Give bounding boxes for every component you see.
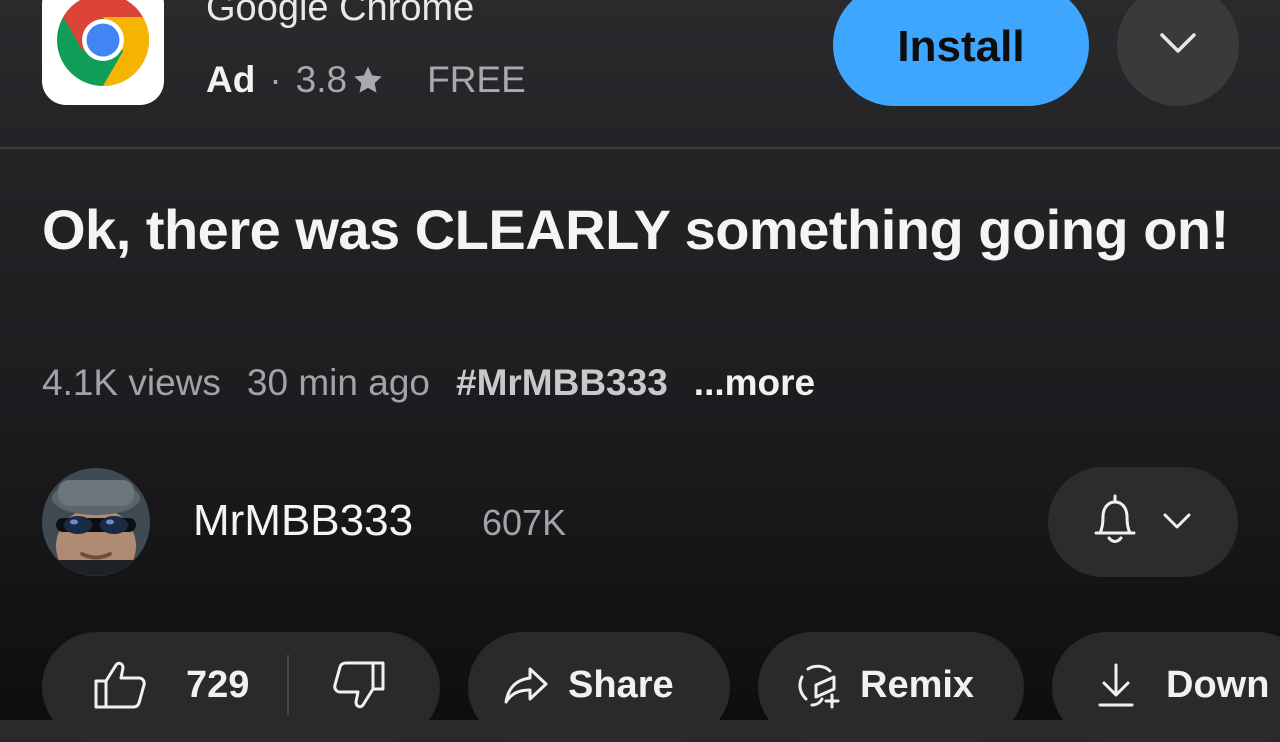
star-icon [351, 63, 385, 97]
like-dislike-pill: 729 [42, 632, 440, 742]
channel-name[interactable]: MrMBB333 [193, 496, 413, 546]
app-icon[interactable] [42, 0, 164, 105]
download-label: Down [1166, 663, 1270, 706]
ad-app-title[interactable]: Google Chrome [206, 0, 474, 32]
more-link[interactable]: ...more [694, 362, 815, 404]
thumbs-up-icon[interactable] [92, 659, 148, 711]
download-icon [1096, 662, 1136, 708]
meta-separator: · [269, 59, 282, 100]
ad-price: FREE [427, 59, 526, 100]
chrome-logo-icon [55, 0, 151, 93]
chevron-down-icon [1160, 503, 1194, 542]
bell-icon [1092, 493, 1138, 552]
remix-button[interactable]: Remix [758, 632, 1024, 742]
upload-age: 30 min ago [246, 362, 430, 403]
ad-banner[interactable]: Google Chrome Ad · 3.8 FREE Install [0, 0, 1280, 148]
remix-label: Remix [860, 663, 975, 706]
ad-rating: 3.8 [295, 59, 348, 100]
notification-button[interactable] [1048, 467, 1238, 577]
install-button[interactable]: Install [833, 0, 1089, 106]
channel-avatar[interactable] [42, 468, 150, 576]
thumbs-down-icon[interactable] [331, 659, 387, 711]
video-title[interactable]: Ok, there was CLEARLY something going on… [42, 194, 1252, 266]
ad-expand-button[interactable] [1117, 0, 1239, 106]
section-divider [0, 147, 1280, 149]
remix-icon [794, 661, 842, 709]
hashtag-link[interactable]: #MrMBB333 [456, 362, 668, 404]
download-button[interactable]: Down [1052, 632, 1280, 742]
share-label: Share [568, 663, 674, 706]
chevron-down-icon [1154, 19, 1202, 72]
like-count[interactable]: 729 [186, 664, 249, 707]
view-count: 4.1K views [42, 362, 221, 403]
ad-label: Ad [206, 59, 256, 100]
subscriber-count: 607K [482, 502, 567, 543]
like-separator [287, 655, 290, 715]
share-arrow-icon [502, 665, 550, 705]
video-meta[interactable]: 4.1K views 30 min ago #MrMBB333 ...more [42, 362, 841, 404]
share-button[interactable]: Share [468, 632, 730, 742]
ad-meta: Ad · 3.8 FREE [206, 58, 526, 102]
